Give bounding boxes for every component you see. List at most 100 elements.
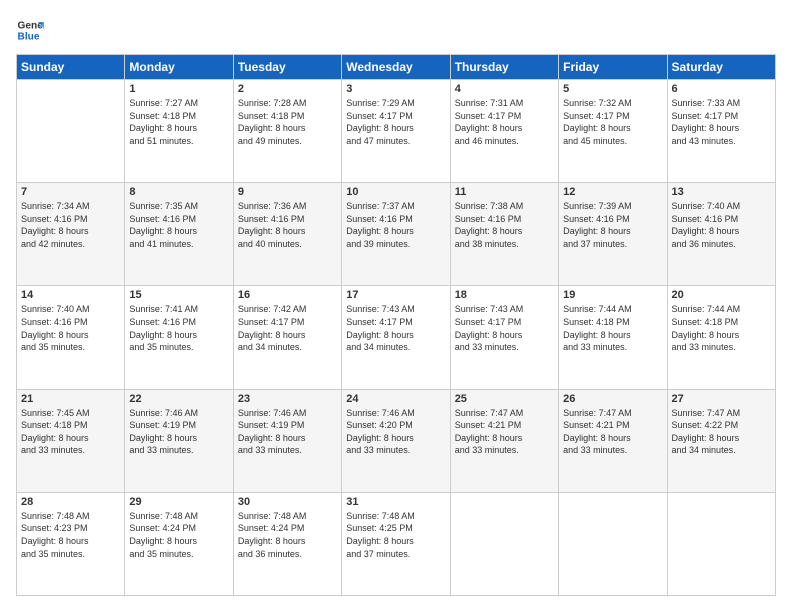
svg-text:Blue: Blue bbox=[18, 31, 40, 42]
day-header-wednesday: Wednesday bbox=[342, 55, 450, 80]
calendar-week-row: 7 Sunrise: 7:34 AM Sunset: 4:16 PM Daylig… bbox=[17, 183, 776, 286]
calendar-cell: 22 Sunrise: 7:46 AM Sunset: 4:19 PM Dayli… bbox=[125, 389, 233, 492]
cell-info: Sunrise: 7:28 AM Sunset: 4:18 PM Dayligh… bbox=[238, 97, 337, 147]
cell-info: Sunrise: 7:48 AM Sunset: 4:23 PM Dayligh… bbox=[21, 510, 120, 560]
cell-info: Sunrise: 7:35 AM Sunset: 4:16 PM Dayligh… bbox=[129, 200, 228, 250]
cell-info: Sunrise: 7:48 AM Sunset: 4:25 PM Dayligh… bbox=[346, 510, 445, 560]
day-number: 27 bbox=[672, 393, 771, 405]
calendar-cell bbox=[667, 492, 775, 595]
calendar-cell: 1 Sunrise: 7:27 AM Sunset: 4:18 PM Daylig… bbox=[125, 80, 233, 183]
calendar-cell: 13 Sunrise: 7:40 AM Sunset: 4:16 PM Dayli… bbox=[667, 183, 775, 286]
day-number: 31 bbox=[346, 496, 445, 508]
day-number: 28 bbox=[21, 496, 120, 508]
cell-info: Sunrise: 7:46 AM Sunset: 4:19 PM Dayligh… bbox=[129, 407, 228, 457]
cell-info: Sunrise: 7:31 AM Sunset: 4:17 PM Dayligh… bbox=[455, 97, 554, 147]
calendar-cell: 9Sunrise: 7:36 AM Sunset: 4:16 PM Daylig… bbox=[233, 183, 341, 286]
calendar-cell: 14 Sunrise: 7:40 AM Sunset: 4:16 PM Dayli… bbox=[17, 286, 125, 389]
calendar-cell: 28 Sunrise: 7:48 AM Sunset: 4:23 PM Dayli… bbox=[17, 492, 125, 595]
day-number: 11 bbox=[455, 186, 554, 198]
day-header-monday: Monday bbox=[125, 55, 233, 80]
cell-info: Sunrise: 7:42 AM Sunset: 4:17 PM Dayligh… bbox=[238, 303, 337, 353]
day-number: 1 bbox=[129, 83, 228, 95]
calendar-cell bbox=[17, 80, 125, 183]
cell-info: Sunrise: 7:34 AM Sunset: 4:16 PM Dayligh… bbox=[21, 200, 120, 250]
calendar-cell: 21 Sunrise: 7:45 AM Sunset: 4:18 PM Dayli… bbox=[17, 389, 125, 492]
cell-info: Sunrise: 7:29 AM Sunset: 4:17 PM Dayligh… bbox=[346, 97, 445, 147]
cell-info: Sunrise: 7:48 AM Sunset: 4:24 PM Dayligh… bbox=[129, 510, 228, 560]
day-number: 24 bbox=[346, 393, 445, 405]
calendar-cell bbox=[450, 492, 558, 595]
logo: General Blue bbox=[16, 16, 48, 44]
day-number: 15 bbox=[129, 289, 228, 301]
cell-info: Sunrise: 7:32 AM Sunset: 4:17 PM Dayligh… bbox=[563, 97, 662, 147]
calendar-cell: 4 Sunrise: 7:31 AM Sunset: 4:17 PM Daylig… bbox=[450, 80, 558, 183]
day-number: 6 bbox=[672, 83, 771, 95]
day-number: 19 bbox=[563, 289, 662, 301]
cell-info: Sunrise: 7:40 AM Sunset: 4:16 PM Dayligh… bbox=[21, 303, 120, 353]
cell-info: Sunrise: 7:45 AM Sunset: 4:18 PM Dayligh… bbox=[21, 407, 120, 457]
cell-info: Sunrise: 7:33 AM Sunset: 4:17 PM Dayligh… bbox=[672, 97, 771, 147]
day-number: 29 bbox=[129, 496, 228, 508]
calendar-cell: 10Sunrise: 7:37 AM Sunset: 4:16 PM Dayli… bbox=[342, 183, 450, 286]
day-header-saturday: Saturday bbox=[667, 55, 775, 80]
day-header-thursday: Thursday bbox=[450, 55, 558, 80]
cell-info: Sunrise: 7:44 AM Sunset: 4:18 PM Dayligh… bbox=[672, 303, 771, 353]
calendar-cell: 11 Sunrise: 7:38 AM Sunset: 4:16 PM Dayli… bbox=[450, 183, 558, 286]
day-number: 16 bbox=[238, 289, 337, 301]
day-header-friday: Friday bbox=[559, 55, 667, 80]
calendar-cell: 17Sunrise: 7:43 AM Sunset: 4:17 PM Dayli… bbox=[342, 286, 450, 389]
calendar-cell bbox=[559, 492, 667, 595]
cell-info: Sunrise: 7:40 AM Sunset: 4:16 PM Dayligh… bbox=[672, 200, 771, 250]
day-number: 9 bbox=[238, 186, 337, 198]
cell-info: Sunrise: 7:37 AM Sunset: 4:16 PM Dayligh… bbox=[346, 200, 445, 250]
cell-info: Sunrise: 7:38 AM Sunset: 4:16 PM Dayligh… bbox=[455, 200, 554, 250]
day-number: 21 bbox=[21, 393, 120, 405]
day-number: 7 bbox=[21, 186, 120, 198]
day-number: 5 bbox=[563, 83, 662, 95]
cell-info: Sunrise: 7:43 AM Sunset: 4:17 PM Dayligh… bbox=[455, 303, 554, 353]
cell-info: Sunrise: 7:27 AM Sunset: 4:18 PM Dayligh… bbox=[129, 97, 228, 147]
logo-icon: General Blue bbox=[16, 16, 44, 44]
calendar-week-row: 14 Sunrise: 7:40 AM Sunset: 4:16 PM Dayli… bbox=[17, 286, 776, 389]
day-number: 4 bbox=[455, 83, 554, 95]
page: General Blue SundayMondayTuesdayWednesda… bbox=[0, 0, 792, 612]
calendar-cell: 18 Sunrise: 7:43 AM Sunset: 4:17 PM Dayli… bbox=[450, 286, 558, 389]
calendar-cell: 30 Sunrise: 7:48 AM Sunset: 4:24 PM Dayli… bbox=[233, 492, 341, 595]
day-header-tuesday: Tuesday bbox=[233, 55, 341, 80]
cell-info: Sunrise: 7:48 AM Sunset: 4:24 PM Dayligh… bbox=[238, 510, 337, 560]
calendar-cell: 29 Sunrise: 7:48 AM Sunset: 4:24 PM Dayli… bbox=[125, 492, 233, 595]
calendar-cell: 3Sunrise: 7:29 AM Sunset: 4:17 PM Daylig… bbox=[342, 80, 450, 183]
day-number: 20 bbox=[672, 289, 771, 301]
calendar-cell: 12 Sunrise: 7:39 AM Sunset: 4:16 PM Dayli… bbox=[559, 183, 667, 286]
day-number: 30 bbox=[238, 496, 337, 508]
calendar-cell: 19 Sunrise: 7:44 AM Sunset: 4:18 PM Dayli… bbox=[559, 286, 667, 389]
day-number: 2 bbox=[238, 83, 337, 95]
calendar-cell: 6 Sunrise: 7:33 AM Sunset: 4:17 PM Daylig… bbox=[667, 80, 775, 183]
calendar-body: 1 Sunrise: 7:27 AM Sunset: 4:18 PM Daylig… bbox=[17, 80, 776, 596]
calendar-table: SundayMondayTuesdayWednesdayThursdayFrid… bbox=[16, 54, 776, 596]
cell-info: Sunrise: 7:46 AM Sunset: 4:20 PM Dayligh… bbox=[346, 407, 445, 457]
cell-info: Sunrise: 7:44 AM Sunset: 4:18 PM Dayligh… bbox=[563, 303, 662, 353]
calendar-cell: 20 Sunrise: 7:44 AM Sunset: 4:18 PM Dayli… bbox=[667, 286, 775, 389]
day-number: 13 bbox=[672, 186, 771, 198]
calendar-cell: 2 Sunrise: 7:28 AM Sunset: 4:18 PM Daylig… bbox=[233, 80, 341, 183]
calendar-cell: 16 Sunrise: 7:42 AM Sunset: 4:17 PM Dayli… bbox=[233, 286, 341, 389]
day-number: 23 bbox=[238, 393, 337, 405]
cell-info: Sunrise: 7:41 AM Sunset: 4:16 PM Dayligh… bbox=[129, 303, 228, 353]
calendar-cell: 7 Sunrise: 7:34 AM Sunset: 4:16 PM Daylig… bbox=[17, 183, 125, 286]
calendar-cell: 23 Sunrise: 7:46 AM Sunset: 4:19 PM Dayli… bbox=[233, 389, 341, 492]
cell-info: Sunrise: 7:46 AM Sunset: 4:19 PM Dayligh… bbox=[238, 407, 337, 457]
day-number: 26 bbox=[563, 393, 662, 405]
day-number: 22 bbox=[129, 393, 228, 405]
day-number: 18 bbox=[455, 289, 554, 301]
day-number: 17 bbox=[346, 289, 445, 301]
day-number: 14 bbox=[21, 289, 120, 301]
calendar-week-row: 21 Sunrise: 7:45 AM Sunset: 4:18 PM Dayli… bbox=[17, 389, 776, 492]
cell-info: Sunrise: 7:39 AM Sunset: 4:16 PM Dayligh… bbox=[563, 200, 662, 250]
day-header-sunday: Sunday bbox=[17, 55, 125, 80]
day-number: 12 bbox=[563, 186, 662, 198]
cell-info: Sunrise: 7:47 AM Sunset: 4:21 PM Dayligh… bbox=[563, 407, 662, 457]
calendar-header-row: SundayMondayTuesdayWednesdayThursdayFrid… bbox=[17, 55, 776, 80]
calendar-cell: 5 Sunrise: 7:32 AM Sunset: 4:17 PM Daylig… bbox=[559, 80, 667, 183]
calendar-cell: 24 Sunrise: 7:46 AM Sunset: 4:20 PM Dayli… bbox=[342, 389, 450, 492]
